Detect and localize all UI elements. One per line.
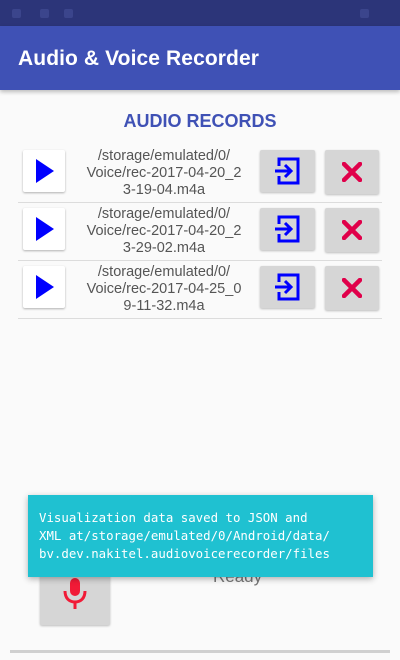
close-x-icon	[342, 278, 362, 298]
share-button[interactable]	[260, 150, 315, 192]
share-export-icon	[275, 157, 300, 185]
share-export-icon	[275, 273, 300, 301]
delete-button[interactable]	[325, 266, 379, 310]
record-row: /storage/emulated/0/ Voice/rec-2017-04-2…	[18, 203, 382, 261]
record-path: /storage/emulated/0/ Voice/rec-2017-04-2…	[86, 148, 242, 198]
microphone-icon	[63, 578, 87, 609]
app-title: Audio & Voice Recorder	[18, 47, 260, 70]
records-list: /storage/emulated/0/ Voice/rec-2017-04-2…	[18, 145, 382, 319]
record-path: /storage/emulated/0/ Voice/rec-2017-04-2…	[86, 264, 242, 314]
delete-button[interactable]	[325, 208, 379, 252]
play-icon	[36, 275, 54, 299]
status-indicator	[12, 9, 21, 18]
play-icon	[36, 159, 54, 183]
share-export-icon	[275, 215, 300, 243]
status-bar	[0, 0, 400, 26]
record-path: /storage/emulated/0/ Voice/rec-2017-04-2…	[86, 206, 242, 256]
status-indicator	[40, 9, 49, 18]
play-button[interactable]	[23, 150, 65, 192]
divider	[10, 650, 390, 653]
play-button[interactable]	[23, 266, 65, 308]
play-icon	[36, 217, 54, 241]
play-button[interactable]	[23, 208, 65, 250]
record-row: /storage/emulated/0/ Voice/rec-2017-04-2…	[18, 261, 382, 319]
status-indicator	[64, 9, 73, 18]
close-x-icon	[342, 220, 362, 240]
toast-message: Visualization data saved to JSON and XML…	[28, 495, 373, 577]
close-x-icon	[342, 162, 362, 182]
share-button[interactable]	[260, 266, 315, 308]
record-row: /storage/emulated/0/ Voice/rec-2017-04-2…	[18, 145, 382, 203]
section-title: AUDIO RECORDS	[123, 111, 277, 131]
share-button[interactable]	[260, 208, 315, 250]
status-indicator	[360, 9, 369, 18]
app-bar: Audio & Voice Recorder	[0, 26, 400, 90]
delete-button[interactable]	[325, 150, 379, 194]
